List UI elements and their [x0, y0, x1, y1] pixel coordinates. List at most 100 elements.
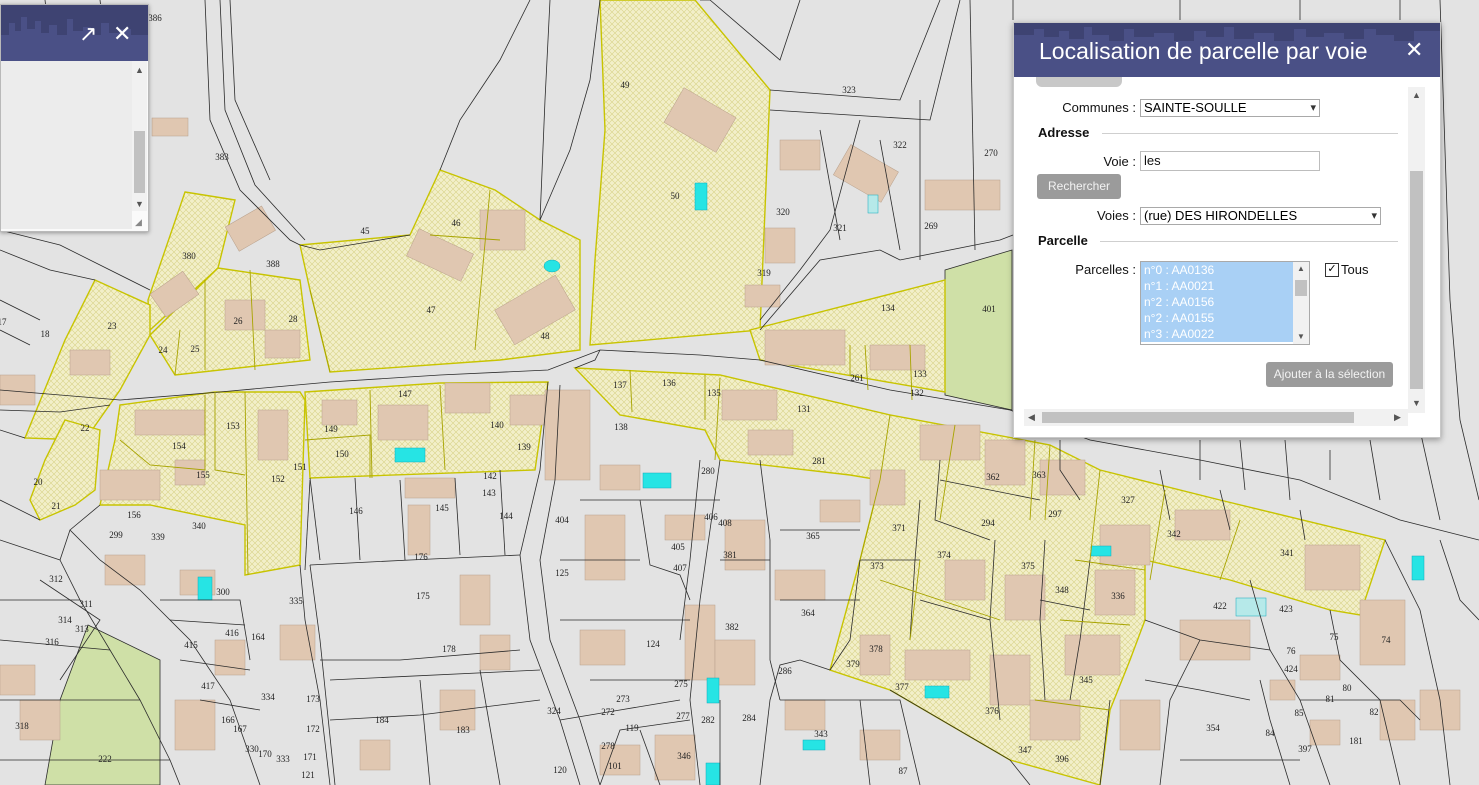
parcel-number-label: 151: [293, 462, 307, 472]
close-icon[interactable]: ✕: [1405, 39, 1423, 61]
parcel-number-label: 137: [613, 380, 627, 390]
rechercher-button[interactable]: Rechercher: [1037, 174, 1121, 199]
panel-hscroll-thumb[interactable]: [1042, 412, 1354, 423]
scroll-left-arrow-icon[interactable]: ◀: [1028, 412, 1035, 423]
scroll-up-arrow-icon[interactable]: ▲: [135, 65, 144, 75]
parcel-number-label: 135: [707, 388, 721, 398]
scroll-right-arrow-icon[interactable]: ▶: [1394, 412, 1401, 423]
parcel-number-label: 284: [742, 713, 756, 723]
voies-select[interactable]: (rue) DES HIRONDELLES ▾: [1140, 207, 1381, 225]
parcel-number-label: 156: [127, 510, 141, 520]
tous-label: Tous: [1341, 262, 1369, 277]
scroll-down-arrow-icon[interactable]: ▼: [1412, 398, 1421, 408]
close-icon[interactable]: ✕: [113, 23, 131, 45]
parcel-number-label: 133: [913, 369, 927, 379]
parcel-number-label: 222: [98, 754, 112, 764]
parcel-number-label: 175: [416, 591, 430, 601]
parcel-number-label: 85: [1295, 708, 1305, 718]
parcel-number-label: 347: [1018, 745, 1032, 755]
parcel-number-label: 415: [184, 640, 198, 650]
parcel-option[interactable]: n°1 : AA0021: [1141, 278, 1309, 294]
panel-scroll-thumb[interactable]: [1410, 171, 1423, 389]
adresse-section-title: Adresse: [1038, 125, 1090, 140]
scroll-up-arrow-icon[interactable]: ▲: [1297, 264, 1305, 273]
parcel-number-label: 286: [778, 666, 792, 676]
parcel-number-label: 171: [303, 752, 317, 762]
parcel-number-label: 422: [1213, 601, 1227, 611]
parcel-number-label: 176: [414, 552, 428, 562]
scroll-up-arrow-icon[interactable]: ▲: [1412, 90, 1421, 100]
parcel-number-label: 24: [159, 345, 169, 355]
scroll-down-arrow-icon[interactable]: ▼: [1297, 332, 1305, 341]
panel-content: Communes : SAINTE-SOULLE ▾ Adresse Voie …: [1014, 77, 1408, 409]
parcel-number-label: 270: [984, 148, 998, 158]
mini-window-body: [1, 61, 132, 229]
parcel-number-label: 132: [910, 388, 924, 398]
parcel-number-label: 134: [881, 303, 895, 313]
parcel-number-label: 50: [671, 191, 681, 201]
parcel-number-label: 396: [1055, 754, 1069, 764]
parcel-number-label: 20: [34, 477, 44, 487]
parcel-number-label: 84: [1266, 728, 1276, 738]
parcel-number-label: 321: [833, 223, 847, 233]
mini-window-header: ↗ ✕: [1, 5, 148, 61]
parcel-number-label: 82: [1370, 707, 1379, 717]
resize-grip-icon[interactable]: ◢: [135, 217, 142, 228]
parcel-number-label: 312: [49, 574, 63, 584]
parcel-number-label: 336: [1111, 591, 1125, 601]
parcel-number-label: 143: [482, 488, 496, 498]
parcelles-label: Parcelles :: [1075, 262, 1136, 277]
voies-label: Voies :: [1096, 208, 1136, 223]
parcel-number-label: 333: [276, 754, 290, 764]
scroll-down-arrow-icon[interactable]: ▼: [135, 199, 144, 209]
mini-map-window: ↗ ✕ ▲ ▼ ◢: [0, 4, 149, 232]
parcel-option[interactable]: n°0 : AA0136: [1141, 262, 1309, 278]
parcel-number-label: 272: [601, 707, 615, 717]
parcel-number-label: 184: [375, 715, 389, 725]
parcel-number-label: 75: [1330, 632, 1340, 642]
parcelles-scrollbar[interactable]: ▲ ▼: [1293, 262, 1309, 344]
parcel-option[interactable]: n°3 : AA0022: [1141, 326, 1309, 342]
voies-value: (rue) DES HIRONDELLES: [1144, 208, 1298, 223]
parcelles-listbox[interactable]: n°0 : AA0136 n°1 : AA0021 n°2 : AA0156 n…: [1140, 261, 1310, 345]
panel-horizontal-scrollbar[interactable]: ◀ ▶: [1024, 409, 1408, 426]
parcel-number-label: 382: [725, 622, 739, 632]
parcel-number-label: 269: [924, 221, 938, 231]
parcel-number-label: 139: [517, 442, 531, 452]
parcel-number-label: 407: [673, 563, 687, 573]
parcel-number-label: 341: [1280, 548, 1294, 558]
parcel-number-label: 152: [271, 474, 285, 484]
expand-icon[interactable]: ↗: [79, 23, 97, 45]
collapsed-button-edge: [1036, 77, 1122, 87]
parcel-number-label: 147: [398, 389, 412, 399]
communes-select[interactable]: SAINTE-SOULLE ▾: [1140, 99, 1320, 117]
parcel-number-label: 345: [1079, 675, 1093, 685]
mini-window-scrollbar[interactable]: ▲ ▼: [132, 61, 147, 211]
parcel-number-label: 406: [704, 512, 718, 522]
parcel-number-label: 178: [442, 644, 456, 654]
panel-vertical-scrollbar[interactable]: ▲ ▼: [1408, 87, 1425, 413]
parcel-number-label: 375: [1021, 561, 1035, 571]
parcel-number-label: 280: [701, 466, 715, 476]
parcel-number-label: 131: [797, 404, 811, 414]
parcel-number-label: 343: [814, 729, 828, 739]
mini-window-scroll-thumb[interactable]: [134, 131, 145, 193]
chevron-down-icon: ▾: [1310, 102, 1316, 114]
ajouter-selection-button[interactable]: Ajouter à la sélection: [1266, 362, 1393, 387]
parcel-option[interactable]: n°2 : AA0155: [1141, 310, 1309, 326]
parcel-number-label: 340: [192, 521, 206, 531]
parcel-number-label: 282: [701, 715, 715, 725]
parcel-number-label: 405: [671, 542, 685, 552]
panel-header: Localisation de parcelle par voie ✕: [1014, 23, 1440, 77]
parcel-number-label: 322: [893, 140, 907, 150]
voie-input[interactable]: les: [1140, 151, 1320, 171]
parcel-option[interactable]: n°2 : AA0156: [1141, 294, 1309, 310]
parcel-number-label: 339: [151, 532, 165, 542]
parcel-number-label: 388: [266, 259, 280, 269]
tous-checkbox[interactable]: ✓: [1325, 263, 1339, 277]
parcelles-scroll-thumb[interactable]: [1295, 280, 1307, 296]
parcel-number-label: 364: [801, 608, 815, 618]
parcel-number-label: 275: [674, 679, 688, 689]
parcel-number-label: 417: [201, 681, 215, 691]
parcel-number-label: 313: [75, 624, 89, 634]
